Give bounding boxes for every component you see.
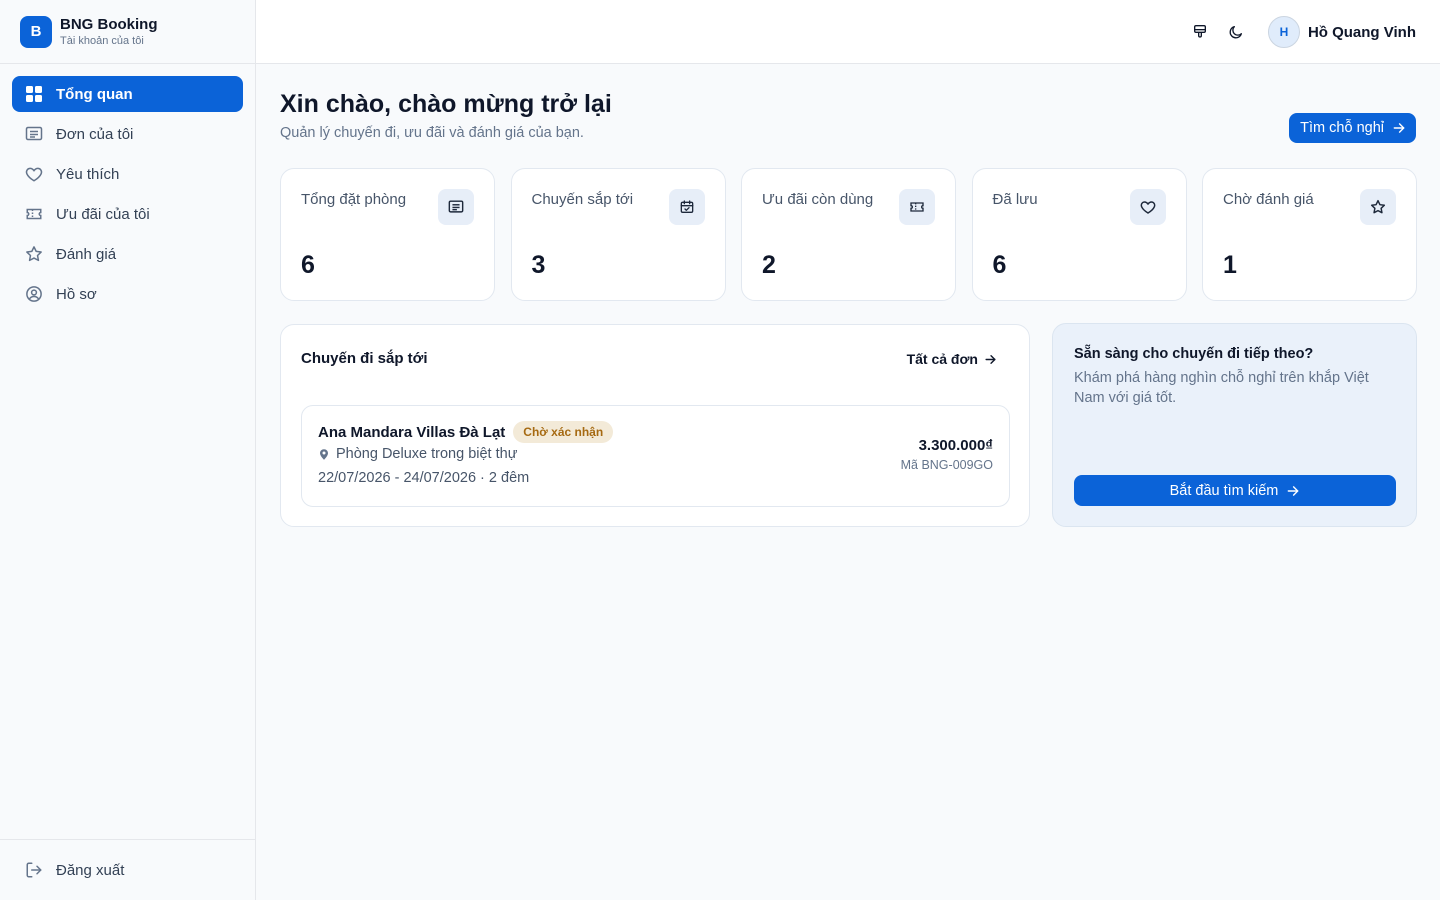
promo-title: Sẵn sàng cho chuyến đi tiếp theo?: [1074, 346, 1314, 362]
promo-description: Khám phá hàng nghìn chỗ nghỉ trên khắp V…: [1074, 370, 1369, 406]
logout-button[interactable]: Đăng xuất: [0, 839, 255, 900]
moon-icon[interactable]: [1222, 18, 1250, 46]
star-icon: [1360, 189, 1396, 225]
stat-card-pending-reviews: Chờ đánh giá 1: [1202, 168, 1417, 301]
sidebar-item-reviews[interactable]: Đánh giá: [12, 236, 243, 272]
logout-icon: [24, 860, 44, 880]
brand-subtitle: Tài khoản của tôi: [60, 34, 144, 47]
topbar: H Hồ Quang Vinh: [256, 0, 1440, 64]
next-trip-promo: Sẵn sàng cho chuyến đi tiếp theo? Khám p…: [1052, 323, 1417, 527]
stat-value: 2: [762, 251, 776, 279]
start-search-button[interactable]: Bắt đầu tìm kiếm: [1074, 475, 1396, 506]
stat-value: 1: [1223, 251, 1237, 279]
sidebar-item-promotions[interactable]: Ưu đãi của tôi: [12, 196, 243, 232]
arrow-right-icon: [1392, 121, 1406, 135]
booking-code: Mã BNG-009GO: [900, 458, 993, 472]
ticket-icon: [24, 204, 44, 224]
logout-label: Đăng xuất: [56, 861, 125, 879]
heart-icon: [24, 164, 44, 184]
booking-card[interactable]: Ana Mandara Villas Đà Lạt Chờ xác nhận P…: [301, 405, 1010, 507]
stat-value: 6: [992, 251, 1007, 279]
star-icon: [24, 244, 44, 264]
sidebar-item-profile[interactable]: Hồ sơ: [12, 276, 243, 312]
ticket-icon: [899, 189, 935, 225]
stat-label: Đã lưu: [992, 191, 1038, 208]
stat-value: 6: [301, 251, 315, 279]
stats-row: Tổng đặt phòng 6 Chuyến sắp tới 3 Ưu đãi…: [280, 168, 1417, 301]
booking-price: 3.300.000₫: [918, 437, 993, 454]
upcoming-trips-title: Chuyến đi sắp tới: [301, 350, 428, 367]
all-orders-label: Tất cả đơn: [906, 351, 978, 367]
receipt-icon: [24, 124, 44, 144]
user-circle-icon: [24, 284, 44, 304]
brand-logo: B: [20, 15, 52, 48]
sidebar: B BNG Booking Tài khoản của tôi Tổng qua…: [0, 0, 256, 900]
sidebar-item-orders[interactable]: Đơn của tôi: [12, 116, 243, 152]
sidebar-item-label: Đơn của tôi: [56, 125, 134, 143]
all-orders-link[interactable]: Tất cả đơn: [907, 351, 997, 367]
receipt-icon: [438, 189, 474, 225]
stat-label: Chờ đánh giá: [1223, 191, 1314, 208]
stat-card-saved: Đã lưu 6: [971, 168, 1187, 301]
stat-label: Ưu đãi còn dùng: [762, 191, 874, 208]
page-subtitle: Quản lý chuyến đi, ưu đãi và đánh giá củ…: [280, 125, 584, 141]
sidebar-item-favorites[interactable]: Yêu thích: [12, 156, 243, 192]
brand[interactable]: B BNG Booking Tài khoản của tôi: [0, 0, 255, 64]
sidebar-item-label: Hồ sơ: [56, 285, 97, 303]
sidebar-item-label: Yêu thích: [56, 165, 120, 183]
booking-hotel-name: Ana Mandara Villas Đà Lạt: [318, 423, 506, 441]
start-search-label: Bắt đầu tìm kiếm: [1169, 482, 1279, 499]
upcoming-trips-panel: Chuyến đi sắp tới Tất cả đơn Ana Mandara…: [280, 324, 1030, 527]
heart-icon: [1129, 189, 1166, 225]
main-content: Xin chào, chào mừng trở lại Quản lý chuy…: [256, 64, 1440, 900]
stat-card-upcoming-trips: Chuyến sắp tới 3: [510, 168, 726, 301]
booking-dates: 22/07/2026 - 24/07/2026 · 2 đêm: [318, 470, 530, 486]
calendar-check-icon: [668, 189, 705, 225]
stat-card-total-bookings: Tổng đặt phòng 6: [280, 168, 495, 301]
sidebar-item-overview[interactable]: Tổng quan: [12, 76, 243, 112]
stat-card-available-promotions: Ưu đãi còn dùng 2: [741, 168, 956, 301]
find-accommodation-button[interactable]: Tìm chỗ nghỉ: [1289, 113, 1416, 143]
page-title: Xin chào, chào mừng trở lại: [280, 90, 612, 118]
brand-name: BNG Booking: [60, 15, 158, 33]
paint-brush-icon[interactable]: [1186, 18, 1214, 46]
arrow-right-icon: [984, 353, 997, 366]
sidebar-nav: Tổng quan Đơn của tôi Yêu thích Ưu đãi c…: [0, 64, 255, 312]
grid-icon: [24, 84, 44, 104]
map-pin-icon: [318, 448, 330, 461]
stat-label: Tổng đặt phòng: [301, 191, 407, 208]
find-accommodation-label: Tìm chỗ nghỉ: [1300, 120, 1384, 136]
sidebar-item-label: Ưu đãi của tôi: [56, 205, 150, 223]
arrow-right-icon: [1286, 484, 1300, 498]
sidebar-item-label: Tổng quan: [56, 85, 133, 103]
stat-label: Chuyến sắp tới: [531, 191, 634, 208]
stat-value: 3: [531, 251, 546, 279]
avatar[interactable]: H: [1267, 16, 1300, 48]
status-badge: Chờ xác nhận: [513, 421, 614, 443]
user-name[interactable]: Hồ Quang Vinh: [1308, 24, 1416, 41]
sidebar-item-label: Đánh giá: [56, 245, 117, 263]
booking-room-type: Phòng Deluxe trong biệt thự: [336, 446, 518, 462]
